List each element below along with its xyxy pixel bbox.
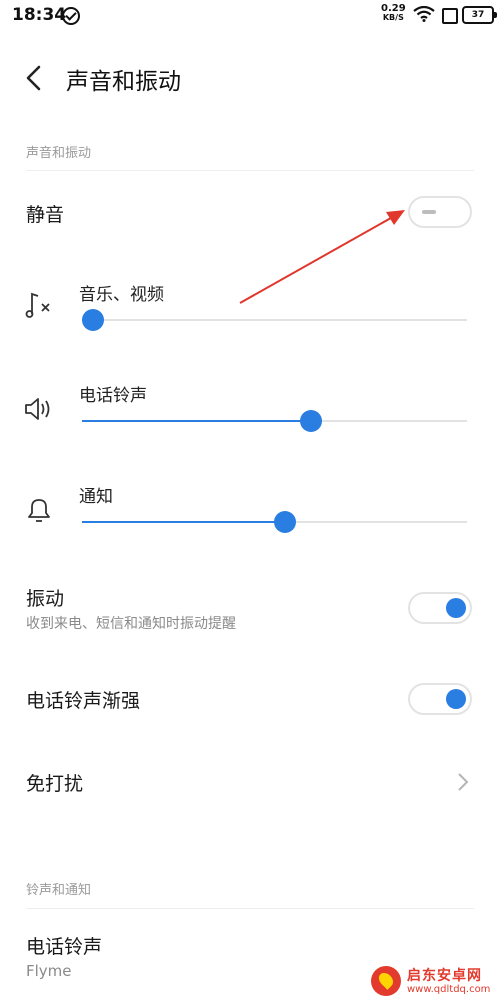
screen-icon (442, 8, 458, 24)
media-volume-track[interactable] (82, 319, 467, 321)
ringtone-label: 电话铃声 (26, 936, 103, 958)
vibration-description: 收到来电、短信和通知时振动提醒 (26, 616, 236, 632)
speaker-icon (25, 398, 50, 420)
toggle-knob (422, 210, 436, 214)
section-header-sound: 声音和振动 (26, 146, 92, 161)
watermark-url: www.qdltdq.com (407, 984, 491, 995)
slider-fill (82, 420, 311, 422)
chevron-right-icon (458, 773, 469, 791)
vibration-label: 振动 (26, 588, 65, 610)
bell-icon (28, 499, 50, 522)
dnd-row[interactable]: 免打扰 (0, 750, 500, 812)
annotation-arrow (239, 210, 405, 304)
slider-label-media: 音乐、视频 (79, 285, 164, 305)
slider-label-ringtone: 电话铃声 (79, 386, 147, 406)
network-speed: 0.29 KB/S (381, 3, 406, 23)
toggle-knob (446, 598, 466, 618)
ring-fade-toggle[interactable] (408, 683, 472, 715)
wifi-icon (413, 6, 435, 22)
net-speed-unit: KB/S (382, 13, 404, 22)
battery-icon: 37 (462, 6, 497, 24)
page-title: 声音和振动 (66, 69, 181, 95)
ringtone-value: Flyme (26, 962, 72, 980)
status-time: 18:34 (12, 5, 67, 25)
divider (26, 908, 474, 909)
mute-toggle[interactable] (408, 196, 472, 228)
mute-label: 静音 (26, 204, 65, 226)
vibration-toggle[interactable] (408, 592, 472, 624)
net-speed-value: 0.29 (381, 3, 406, 14)
media-volume-thumb[interactable] (82, 309, 104, 331)
watermark-logo (371, 966, 401, 996)
music-muted-icon (25, 292, 50, 318)
toggle-knob (446, 689, 466, 709)
notification-volume-thumb[interactable] (274, 511, 297, 533)
ringtone-volume-track[interactable] (82, 420, 467, 422)
slider-label-notification: 通知 (79, 487, 113, 507)
divider (26, 170, 474, 171)
watermark-name: 启东安卓网 (407, 968, 482, 984)
section-header-ringtone: 铃声和通知 (26, 883, 92, 898)
dnd-label: 免打扰 (26, 773, 84, 795)
check-circle-icon (62, 7, 80, 25)
slider-fill (82, 521, 286, 523)
back-arrow-icon[interactable] (22, 64, 46, 92)
ring-fade-label: 电话铃声渐强 (26, 690, 141, 712)
ringtone-volume-thumb[interactable] (299, 410, 322, 432)
